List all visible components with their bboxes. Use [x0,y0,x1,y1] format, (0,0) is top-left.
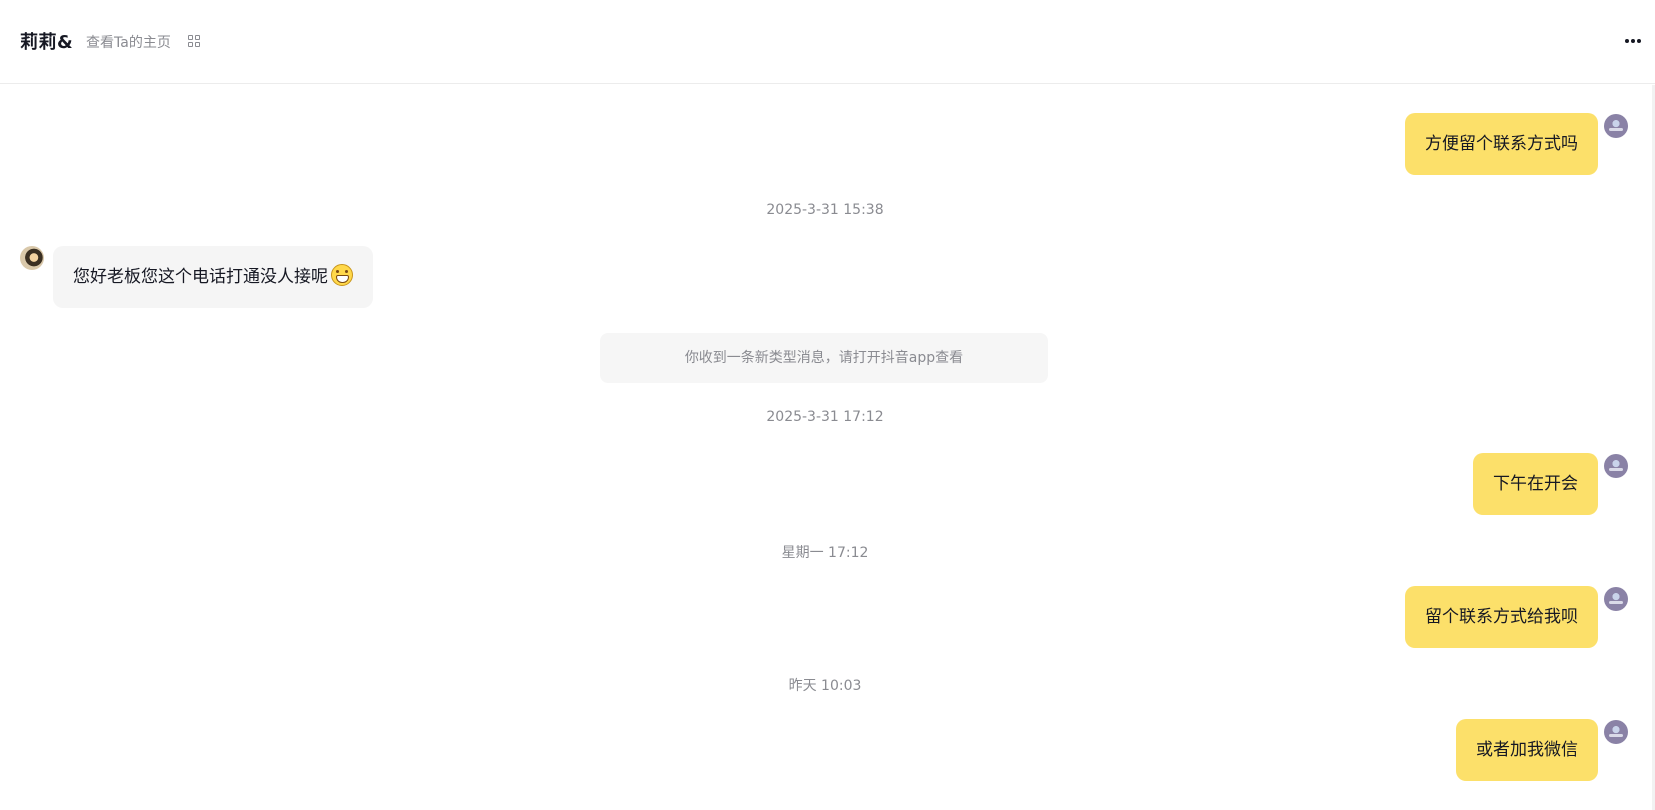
more-options-icon[interactable] [1622,30,1644,52]
grinning-face-emoji [331,264,353,286]
received-message-text: 您好老板您这个电话打通没人接呢 [73,267,328,287]
chat-window: 莉莉& 查看Ta的主页 方便留个联系方式吗 2025-3-31 15:38 您好… [0,0,1655,810]
qr-code-icon[interactable] [188,35,200,47]
system-notice: 你收到一条新类型消息，请打开抖音app查看 [600,333,1048,383]
contact-avatar[interactable] [20,246,44,270]
received-message-bubble[interactable]: 您好老板您这个电话打通没人接呢 [53,246,373,308]
my-avatar[interactable] [1604,587,1628,611]
chat-header: 莉莉& 查看Ta的主页 [0,0,1655,84]
sent-message-bubble[interactable]: 留个联系方式给我呗 [1405,586,1598,648]
my-avatar[interactable] [1604,720,1628,744]
sent-message-bubble[interactable]: 方便留个联系方式吗 [1405,113,1598,175]
message-list[interactable]: 方便留个联系方式吗 2025-3-31 15:38 您好老板您这个电话打通没人接… [0,85,1655,810]
message-timestamp: 昨天 10:03 [788,678,862,694]
my-avatar[interactable] [1604,114,1628,138]
view-profile-link[interactable]: 查看Ta的主页 [86,32,171,52]
my-avatar[interactable] [1604,454,1628,478]
message-timestamp: 2025-3-31 15:38 [766,202,884,218]
contact-name: 莉莉& [20,32,74,53]
sent-message-bubble[interactable]: 或者加我微信 [1456,719,1598,781]
sent-message-bubble[interactable]: 下午在开会 [1473,453,1598,515]
message-timestamp: 星期一 17:12 [781,545,869,561]
message-timestamp: 2025-3-31 17:12 [766,409,884,425]
